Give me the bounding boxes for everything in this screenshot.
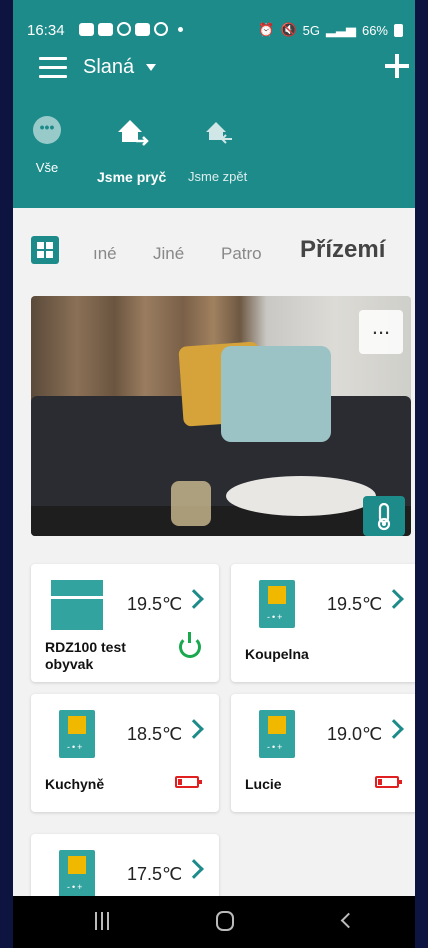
recent-apps-icon[interactable] xyxy=(95,912,111,930)
more-options-button[interactable]: ... xyxy=(359,310,403,354)
device-temp: 18.5℃ xyxy=(127,724,183,744)
chevron-right-icon xyxy=(384,589,404,609)
thermostat-icon: -•+ xyxy=(259,580,295,628)
device-temp: 17.5℃ xyxy=(127,864,183,884)
device-temp: 19.5℃ xyxy=(327,594,383,614)
toolbar: Slaná xyxy=(13,52,415,88)
device-card[interactable]: -•+ 19.5℃ Koupelna xyxy=(231,564,415,682)
panel-device-icon xyxy=(51,580,103,630)
more-notifications-icon xyxy=(178,26,183,32)
app-notification-icon xyxy=(135,22,150,36)
thermometer-icon xyxy=(377,502,391,531)
status-right: ⏰ 🔇 5G ▂▃▅ 66% xyxy=(258,22,403,38)
coffee-table xyxy=(226,476,376,516)
thermometer-button[interactable] xyxy=(363,496,405,536)
app-frame: 16:34 ⏰ 🔇 5G ▂▃▅ 66% Slaná ••• Vše Jsme … xyxy=(13,0,415,948)
mode-label: Jsme zpět xyxy=(188,169,248,184)
message-icon xyxy=(79,22,94,36)
status-bar: 16:34 ⏰ 🔇 5G ▂▃▅ 66% xyxy=(13,0,415,44)
chevron-right-icon xyxy=(184,719,204,739)
pillow-blue xyxy=(221,346,331,442)
network-label: 5G xyxy=(302,22,320,38)
caret-down-icon xyxy=(146,64,157,71)
mode-back-button[interactable]: Jsme zpět xyxy=(188,116,247,184)
mode-bar: ••• Vše Jsme pryč Jsme zpět xyxy=(13,116,415,196)
room-photo: ... xyxy=(31,296,411,536)
mode-away-button[interactable]: Jsme pryč xyxy=(97,116,166,185)
thermostat-icon: -•+ xyxy=(259,710,295,758)
candle-shape xyxy=(171,481,211,526)
floor-tabs: ıné Jiné Patro Přízemí xyxy=(13,222,415,286)
device-name: RDZ100 test obyvak xyxy=(45,639,126,672)
chevron-right-icon xyxy=(184,589,204,609)
mode-label: Jsme pryč xyxy=(97,169,167,185)
notification-icons xyxy=(79,22,183,36)
home-icon[interactable] xyxy=(216,911,234,931)
youtube-icon xyxy=(98,22,113,36)
tab-jine[interactable]: Jiné xyxy=(153,244,184,264)
chevron-right-icon xyxy=(184,859,204,879)
chrome-icon xyxy=(117,22,131,36)
thermostat-icon: -•+ xyxy=(59,850,95,898)
location-selector[interactable]: Slaná xyxy=(83,56,157,79)
signal-icon: ▂▃▅ xyxy=(325,22,356,37)
device-temp: 19.5℃ xyxy=(127,594,183,614)
floor-shape xyxy=(31,506,411,536)
power-icon[interactable] xyxy=(179,632,201,658)
battery-low-icon xyxy=(375,776,402,788)
tab-prizemi[interactable]: Přízemí xyxy=(300,236,385,264)
device-name: Lucie xyxy=(245,776,282,792)
mode-all-button[interactable]: ••• Vše xyxy=(33,116,61,175)
add-icon[interactable] xyxy=(383,52,411,80)
sync-icon xyxy=(154,22,168,36)
ellipsis-icon: ••• xyxy=(33,116,61,144)
home-return-icon xyxy=(205,122,232,144)
back-icon[interactable] xyxy=(340,912,357,929)
hamburger-menu-icon[interactable] xyxy=(39,57,67,79)
battery-low-icon xyxy=(175,776,202,788)
mode-label: Vše xyxy=(35,160,59,175)
tab-partial[interactable]: ıné xyxy=(93,244,117,264)
device-card[interactable]: -•+ 19.0℃ Lucie xyxy=(231,694,415,812)
system-nav-bar xyxy=(13,896,415,948)
alarm-icon: ⏰ xyxy=(258,22,275,37)
device-name: Kuchyně xyxy=(45,776,105,792)
grid-view-icon[interactable] xyxy=(31,236,59,264)
battery-icon xyxy=(394,23,403,37)
mute-icon: 🔇 xyxy=(280,22,297,37)
location-name: Slaná xyxy=(83,56,135,78)
home-leave-icon xyxy=(117,120,149,146)
device-name: Koupelna xyxy=(245,646,309,662)
status-time: 16:34 xyxy=(27,22,65,39)
chevron-right-icon xyxy=(384,719,404,739)
device-card[interactable]: 19.5℃ RDZ100 test obyvak xyxy=(31,564,219,682)
battery-percent: 66% xyxy=(361,22,388,38)
tab-patro[interactable]: Patro xyxy=(221,244,262,264)
app-header: 16:34 ⏰ 🔇 5G ▂▃▅ 66% Slaná ••• Vše Jsme … xyxy=(13,0,415,208)
device-temp: 19.0℃ xyxy=(327,724,383,744)
thermostat-icon: -•+ xyxy=(59,710,95,758)
device-card[interactable]: -•+ 18.5℃ Kuchyně xyxy=(31,694,219,812)
